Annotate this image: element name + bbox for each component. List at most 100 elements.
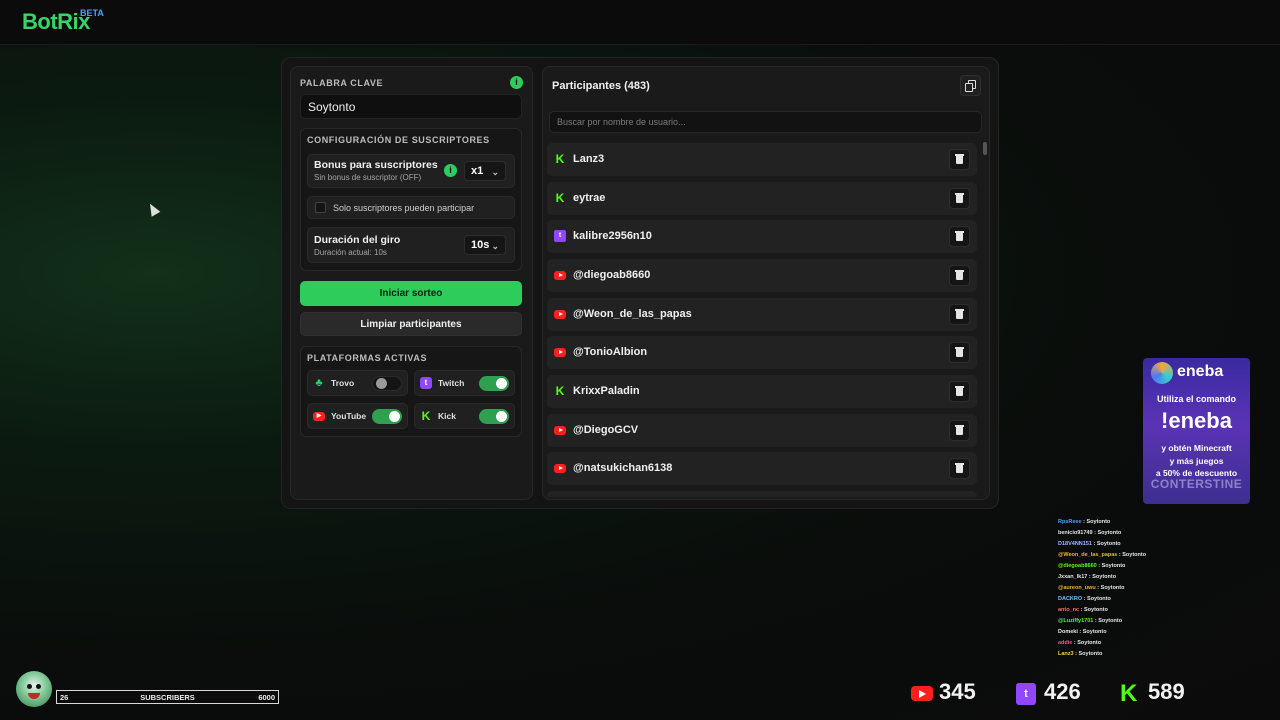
- subscriber-goal-target: 6000: [258, 693, 275, 702]
- platform-youtube: ▶ YouTube: [307, 403, 408, 429]
- spin-duration-value: 10s: [471, 239, 490, 251]
- platform-twitch-label: Twitch: [438, 378, 465, 388]
- kick-toggle[interactable]: [479, 409, 509, 424]
- participant-name: KrixxPaladin: [573, 385, 640, 397]
- youtube-icon: [554, 271, 566, 280]
- participant-row[interactable]: @Weon_de_las_papas: [547, 298, 977, 331]
- participant-row[interactable]: [547, 491, 977, 497]
- clear-participants-button[interactable]: Limpiar participantes: [300, 312, 522, 336]
- subscriber-bonus-label: Bonus para suscriptores: [314, 159, 438, 171]
- trash-icon[interactable]: [949, 188, 970, 209]
- chat-line: benicio91749 : Soytonto: [1058, 530, 1122, 536]
- trovo-toggle[interactable]: [372, 376, 402, 391]
- participant-row[interactable]: @DiegoGCV: [547, 414, 977, 447]
- platform-kick-label: Kick: [438, 411, 456, 421]
- subscriber-config-title: CONFIGURACIÓN DE SUSCRIPTORES: [307, 135, 490, 145]
- beta-badge: BETA: [80, 8, 104, 18]
- participant-name: @natsukichan6138: [573, 462, 673, 474]
- keyword-input[interactable]: [300, 94, 522, 119]
- youtube-icon: [554, 348, 566, 357]
- only-subs-checkbox[interactable]: [315, 202, 326, 213]
- twitch-toggle[interactable]: [479, 376, 509, 391]
- chat-line: @aureon_uwu : Soytonto: [1058, 585, 1125, 591]
- chat-overlay: RpsReee : Soytonto benicio91749 : Soyton…: [1058, 505, 1228, 671]
- subscriber-goal-bar: 26 SUBSCRIBERS 6000: [56, 690, 279, 704]
- kick-count: 589: [1148, 679, 1185, 704]
- promo-brand: eneba: [1177, 363, 1224, 380]
- youtube-counter: 345: [911, 679, 991, 707]
- kick-icon: K: [555, 191, 565, 205]
- info-icon[interactable]: i: [510, 76, 523, 89]
- chat-line: RpsReee : Soytonto: [1058, 519, 1111, 525]
- kick-icon: K: [555, 152, 565, 166]
- participant-row[interactable]: @natsukichan6138: [547, 452, 977, 485]
- trash-icon[interactable]: [949, 342, 970, 363]
- eneba-logo-icon: [1151, 362, 1173, 384]
- participant-name: @DiegoGCV: [573, 424, 639, 436]
- chat-line: D18V4NN151 : Soytonto: [1058, 541, 1121, 547]
- only-subs-label: Solo suscriptores pueden participar: [333, 203, 475, 213]
- twitch-icon: t: [1016, 683, 1036, 705]
- keyword-title: PALABRA CLAVE: [300, 78, 384, 88]
- chat-line: anto_nc : Soytonto: [1058, 607, 1108, 613]
- subscriber-goal-label: SUBSCRIBERS: [140, 693, 195, 702]
- bonus-info-icon[interactable]: i: [444, 164, 457, 177]
- platform-youtube-label: YouTube: [331, 411, 367, 421]
- streamer-avatar: [16, 671, 52, 707]
- youtube-icon: [554, 426, 566, 435]
- trash-icon[interactable]: [949, 226, 970, 247]
- twitch-icon: t: [554, 230, 566, 242]
- spin-duration-label: Duración del giro: [314, 234, 401, 246]
- kick-icon: K: [555, 384, 565, 398]
- participant-name: @Weon_de_las_papas: [573, 308, 692, 320]
- chat-line: @Weon_de_las_papas : Soytonto: [1058, 552, 1147, 558]
- promo-streamer-name: CONTERSTINE: [1150, 477, 1243, 491]
- chat-line: Jxxan_lk17 : Soytonto: [1058, 574, 1117, 580]
- participant-row[interactable]: K eytrae: [547, 182, 977, 215]
- participant-row[interactable]: K Lanz3: [547, 143, 977, 176]
- bonus-multiplier-value: x1: [471, 165, 484, 177]
- chat-line: Domeki : Soytonto: [1058, 629, 1107, 635]
- platform-twitch: t Twitch: [414, 370, 515, 396]
- trash-icon[interactable]: [949, 458, 970, 479]
- chat-line: DACKRO : Soytonto: [1058, 596, 1111, 602]
- participants-list: K Lanz3 K eytrae t kalibre2956n10 @diego…: [547, 142, 980, 497]
- platform-trovo-label: Trovo: [331, 378, 355, 388]
- copy-icon[interactable]: [960, 75, 981, 96]
- trash-icon[interactable]: [949, 304, 970, 325]
- participant-name: Lanz3: [573, 153, 605, 165]
- kick-icon: K: [421, 409, 431, 423]
- promo-command: !eneba: [1161, 408, 1232, 433]
- chat-line: @diegoab8660 : Soytonto: [1058, 563, 1126, 569]
- kick-counter: K 589: [1120, 679, 1200, 707]
- trash-icon[interactable]: [949, 149, 970, 170]
- platform-trovo: ♣ Trovo: [307, 370, 408, 396]
- promo-line2: y obtén Minecraft y más juegos a 50% de …: [1143, 442, 1250, 480]
- participant-row[interactable]: @TonioAlbion: [547, 336, 977, 369]
- kick-icon: K: [1120, 680, 1138, 707]
- active-platforms-title: PLATAFORMAS ACTIVAS: [307, 353, 428, 363]
- participants-scrollbar[interactable]: [983, 140, 987, 496]
- youtube-toggle[interactable]: [372, 409, 402, 424]
- twitch-count: 426: [1044, 679, 1081, 704]
- chat-line: Lanz3 : Soytonto: [1058, 651, 1103, 657]
- youtube-count: 345: [939, 679, 976, 704]
- mouse-cursor-icon: [145, 201, 161, 217]
- trash-icon[interactable]: [949, 381, 970, 402]
- participant-name: @diegoab8660: [573, 269, 651, 281]
- chat-line: @Luziffy1701 : Soytonto: [1058, 618, 1123, 624]
- promo-line1: Utiliza el comando: [1156, 394, 1236, 404]
- twitch-counter: t 426: [1016, 679, 1096, 707]
- trash-icon[interactable]: [949, 420, 970, 441]
- participant-row[interactable]: @diegoab8660: [547, 259, 977, 292]
- participant-row[interactable]: K KrixxPaladin: [547, 375, 977, 408]
- bonus-multiplier-select[interactable]: x1 ⌄: [464, 161, 506, 181]
- start-raffle-button[interactable]: Iniciar sorteo: [300, 281, 522, 306]
- participant-row[interactable]: t kalibre2956n10: [547, 220, 977, 253]
- participant-name: kalibre2956n10: [573, 230, 652, 242]
- spin-duration-select[interactable]: 10s ⌄: [464, 235, 506, 255]
- youtube-icon: ▶: [313, 412, 325, 421]
- trash-icon[interactable]: [949, 265, 970, 286]
- participant-name: eytrae: [573, 192, 606, 204]
- participant-search-input[interactable]: [549, 111, 982, 133]
